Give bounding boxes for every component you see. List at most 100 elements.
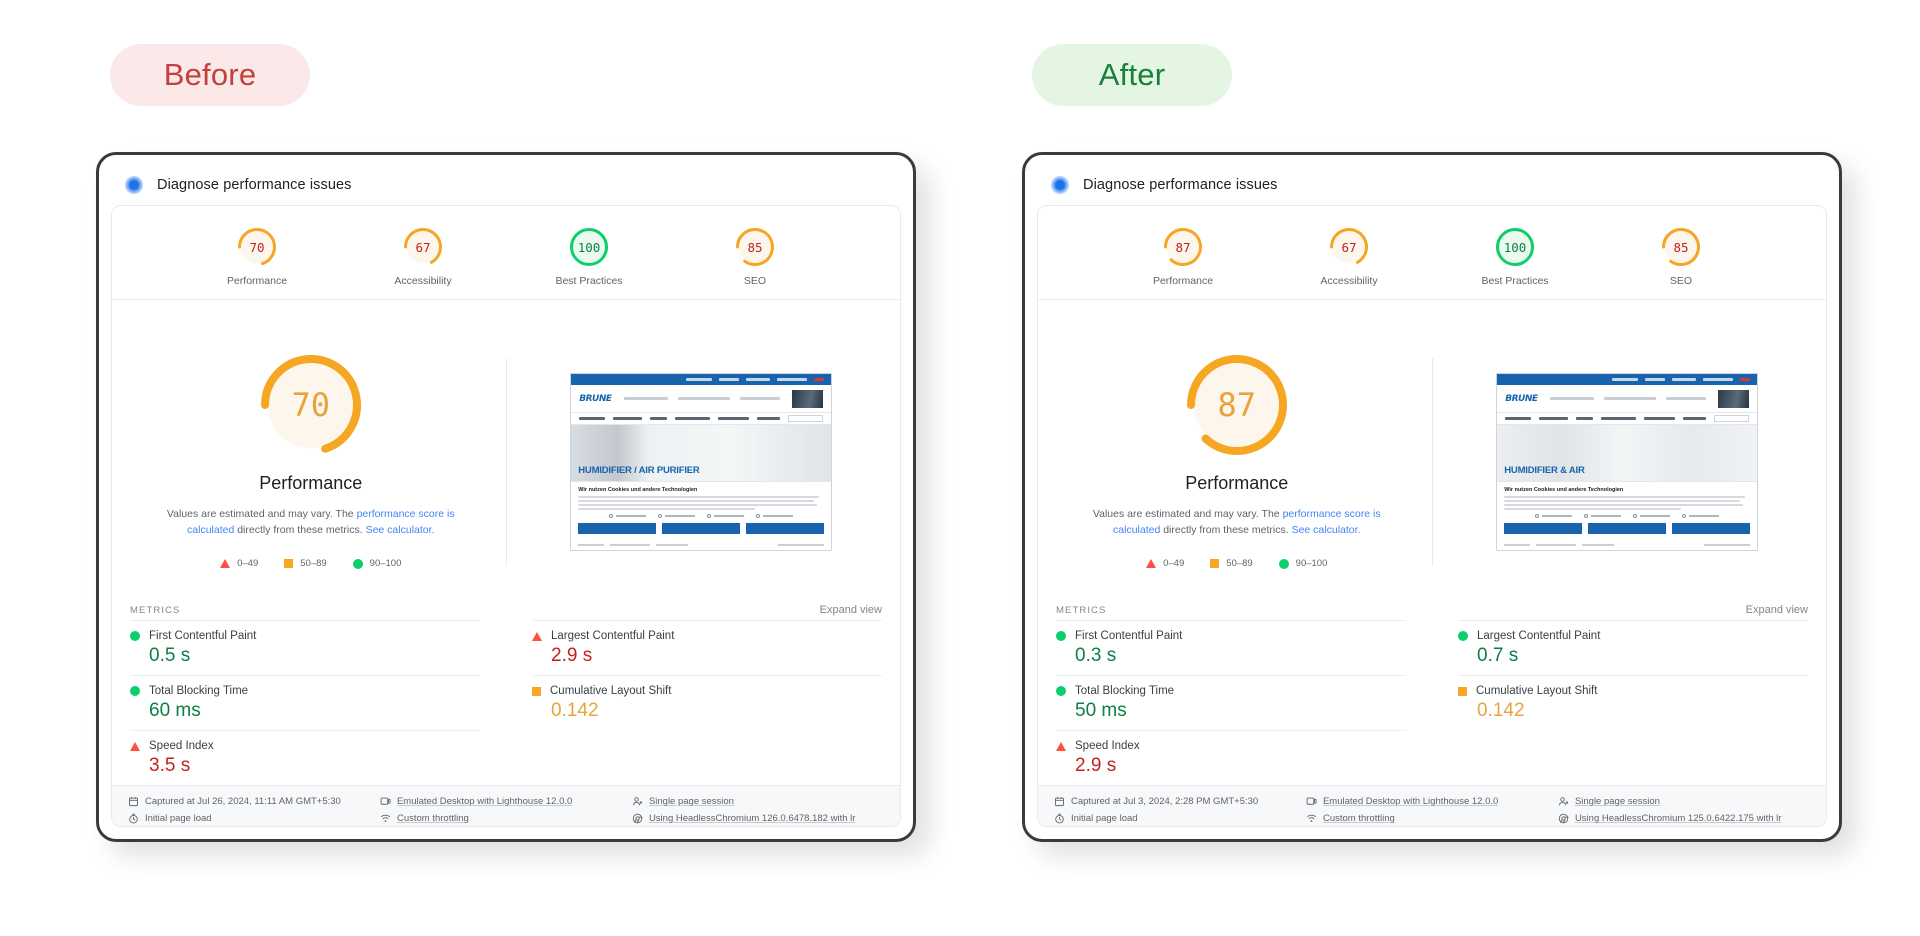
metric-name: Largest Contentful Paint xyxy=(532,630,882,642)
metric-row[interactable]: Cumulative Layout Shift 0.142 xyxy=(1458,675,1808,730)
thumb-logo-row: BRUNE xyxy=(571,385,832,412)
thumb-cookie-title: Wir nutzen Cookies und andere Technologi… xyxy=(1504,487,1624,493)
status-circle-icon xyxy=(1278,558,1289,569)
meta-item: Using HeadlessChromium 125.0.6422.175 wi… xyxy=(1558,810,1810,826)
category-score-seo[interactable]: 85 SEO xyxy=(707,228,803,287)
meta-text[interactable]: Custom throttling xyxy=(1323,813,1395,824)
metric-name: First Contentful Paint xyxy=(130,630,480,642)
calendar-icon xyxy=(1054,796,1065,807)
status-square-icon xyxy=(1458,686,1467,696)
metric-label: Total Blocking Time xyxy=(149,685,249,697)
performance-summary: 87 Performance Values are estimated and ma… xyxy=(1038,300,1826,600)
category-score-accessibility[interactable]: 67 Accessibility xyxy=(1301,228,1397,287)
status-dot-icon xyxy=(125,176,143,194)
meta-text[interactable]: Single page session xyxy=(1575,796,1660,807)
metric-label: Cumulative Layout Shift xyxy=(1476,685,1598,697)
score-gauge-icon: 85 xyxy=(1662,228,1700,266)
score-label: Performance xyxy=(226,275,288,287)
status-circle-icon xyxy=(1458,631,1468,641)
meta-item: Custom throttling xyxy=(380,810,632,826)
metric-row[interactable]: Largest Contentful Paint 0.7 s xyxy=(1458,620,1808,675)
score-label: Performance xyxy=(1152,275,1214,287)
meta-item: Using HeadlessChromium 126.0.6478.182 wi… xyxy=(632,810,884,826)
category-score-best-practices[interactable]: 100 Best Practices xyxy=(1467,228,1563,287)
thumb-cookie-title: Wir nutzen Cookies und andere Technologi… xyxy=(578,487,698,493)
wifi-icon xyxy=(1306,813,1317,824)
chrome-icon xyxy=(1558,813,1569,824)
score-gauge-icon: 100 xyxy=(570,228,608,266)
metric-row[interactable]: Speed Index 3.5 s xyxy=(130,730,480,785)
see-calculator-link[interactable]: See calculator. xyxy=(1292,524,1361,536)
thumb-promo-banner xyxy=(791,389,824,408)
metric-row[interactable]: First Contentful Paint 0.3 s xyxy=(1056,620,1406,675)
metric-row[interactable]: Speed Index 2.9 s xyxy=(1056,730,1406,785)
see-calculator-link[interactable]: See calculator. xyxy=(366,524,435,536)
lighthouse-card-before: Diagnose performance issues 70 Performance… xyxy=(96,152,916,842)
performance-gauge-column: 70 Performance Values are estimated and ma… xyxy=(122,354,500,570)
category-score-row: 87 Performance 67 Accessibility 100 Best Prac… xyxy=(1038,206,1826,300)
expand-view-button[interactable]: Expand view xyxy=(1746,604,1808,616)
performance-gauge-icon: 87 xyxy=(1186,354,1287,455)
category-score-performance[interactable]: 70 Performance xyxy=(209,228,305,287)
metric-row[interactable]: Largest Contentful Paint 2.9 s xyxy=(532,620,882,675)
metric-value: 2.9 s xyxy=(1075,755,1117,776)
metrics-column-right: Largest Contentful Paint 0.7 s Cumulative … xyxy=(1432,620,1808,785)
meta-text[interactable]: Emulated Desktop with Lighthouse 12.0.0 xyxy=(397,796,572,807)
thumb-topbar xyxy=(571,374,832,385)
category-score-best-practices[interactable]: 100 Best Practices xyxy=(541,228,637,287)
metric-label: Largest Contentful Paint xyxy=(551,630,675,642)
performance-title: Performance xyxy=(259,472,363,493)
score-gauge-icon: 87 xyxy=(1164,228,1202,266)
page-screenshot-thumbnail[interactable]: BRUNE HUMIDIFIER & AIR Wir nutzen Cookies … xyxy=(1496,373,1759,551)
clock-icon xyxy=(128,813,139,824)
score-value: 87 xyxy=(1175,239,1191,255)
meta-text[interactable]: Using HeadlessChromium 126.0.6478.182 wi… xyxy=(649,813,855,824)
score-value: 100 xyxy=(577,239,601,255)
metric-label: First Contentful Paint xyxy=(1075,630,1183,642)
status-square-icon xyxy=(1210,559,1220,569)
score-legend: 0–49 50–89 90–100 xyxy=(1146,558,1327,569)
legend-item: 90–100 xyxy=(352,558,402,570)
lighthouse-card-after: Diagnose performance issues 87 Performance… xyxy=(1022,152,1842,842)
metric-row[interactable]: First Contentful Paint 0.5 s xyxy=(130,620,480,675)
report-meta: Captured at Jul 3, 2024, 2:28 PM GMT+5:3… xyxy=(1038,785,1826,826)
metrics-grid: First Contentful Paint 0.3 s Total Blockin… xyxy=(1056,620,1808,785)
category-score-accessibility[interactable]: 67 Accessibility xyxy=(375,228,471,287)
meta-text[interactable]: Single page session xyxy=(649,796,734,807)
expand-view-button[interactable]: Expand view xyxy=(820,604,882,616)
meta-item: Initial page load xyxy=(128,810,380,826)
category-score-row: 70 Performance 67 Accessibility 100 Best Prac… xyxy=(112,206,900,300)
metric-name: Cumulative Layout Shift xyxy=(1458,685,1808,697)
card-header: Diagnose performance issues xyxy=(1037,165,1827,205)
thumb-navbar xyxy=(571,412,832,425)
meta-text[interactable]: Custom throttling xyxy=(397,813,469,824)
desktop-icon xyxy=(380,796,391,807)
score-value: 85 xyxy=(747,239,763,255)
legend-range: 0–49 xyxy=(237,558,259,570)
metric-label: First Contentful Paint xyxy=(149,630,257,642)
status-circle-icon xyxy=(130,686,140,696)
meta-item: Emulated Desktop with Lighthouse 12.0.0 xyxy=(380,793,632,810)
before-badge: Before xyxy=(110,44,310,106)
metric-row[interactable]: Total Blocking Time 50 ms xyxy=(1056,675,1406,730)
category-score-seo[interactable]: 85 SEO xyxy=(1633,228,1729,287)
meta-text[interactable]: Using HeadlessChromium 125.0.6422.175 wi… xyxy=(1575,813,1781,824)
legend-range: 90–100 xyxy=(369,558,402,570)
score-value: 67 xyxy=(415,239,431,255)
metric-value: 0.142 xyxy=(1477,700,1525,721)
page-screenshot-thumbnail[interactable]: BRUNE HUMIDIFIER / AIR PURIFIER Wir nutzen… xyxy=(570,373,833,551)
metric-row[interactable]: Total Blocking Time 60 ms xyxy=(130,675,480,730)
performance-score-value: 87 xyxy=(1217,385,1257,424)
score-value: 70 xyxy=(249,239,265,255)
metric-name: Largest Contentful Paint xyxy=(1458,630,1808,642)
metric-row[interactable]: Cumulative Layout Shift 0.142 xyxy=(532,675,882,730)
thumb-info-items xyxy=(1549,397,1706,400)
meta-item: Captured at Jul 3, 2024, 2:28 PM GMT+5:3… xyxy=(1054,793,1306,810)
category-score-performance[interactable]: 87 Performance xyxy=(1135,228,1231,287)
legend-range: 50–89 xyxy=(300,558,327,570)
status-circle-icon xyxy=(1056,686,1066,696)
status-triangle-icon xyxy=(130,741,140,751)
meta-text[interactable]: Emulated Desktop with Lighthouse 12.0.0 xyxy=(1323,796,1498,807)
comparison-stage: Before After Diagnose performance issues… xyxy=(0,0,1920,936)
person-icon xyxy=(632,796,643,807)
